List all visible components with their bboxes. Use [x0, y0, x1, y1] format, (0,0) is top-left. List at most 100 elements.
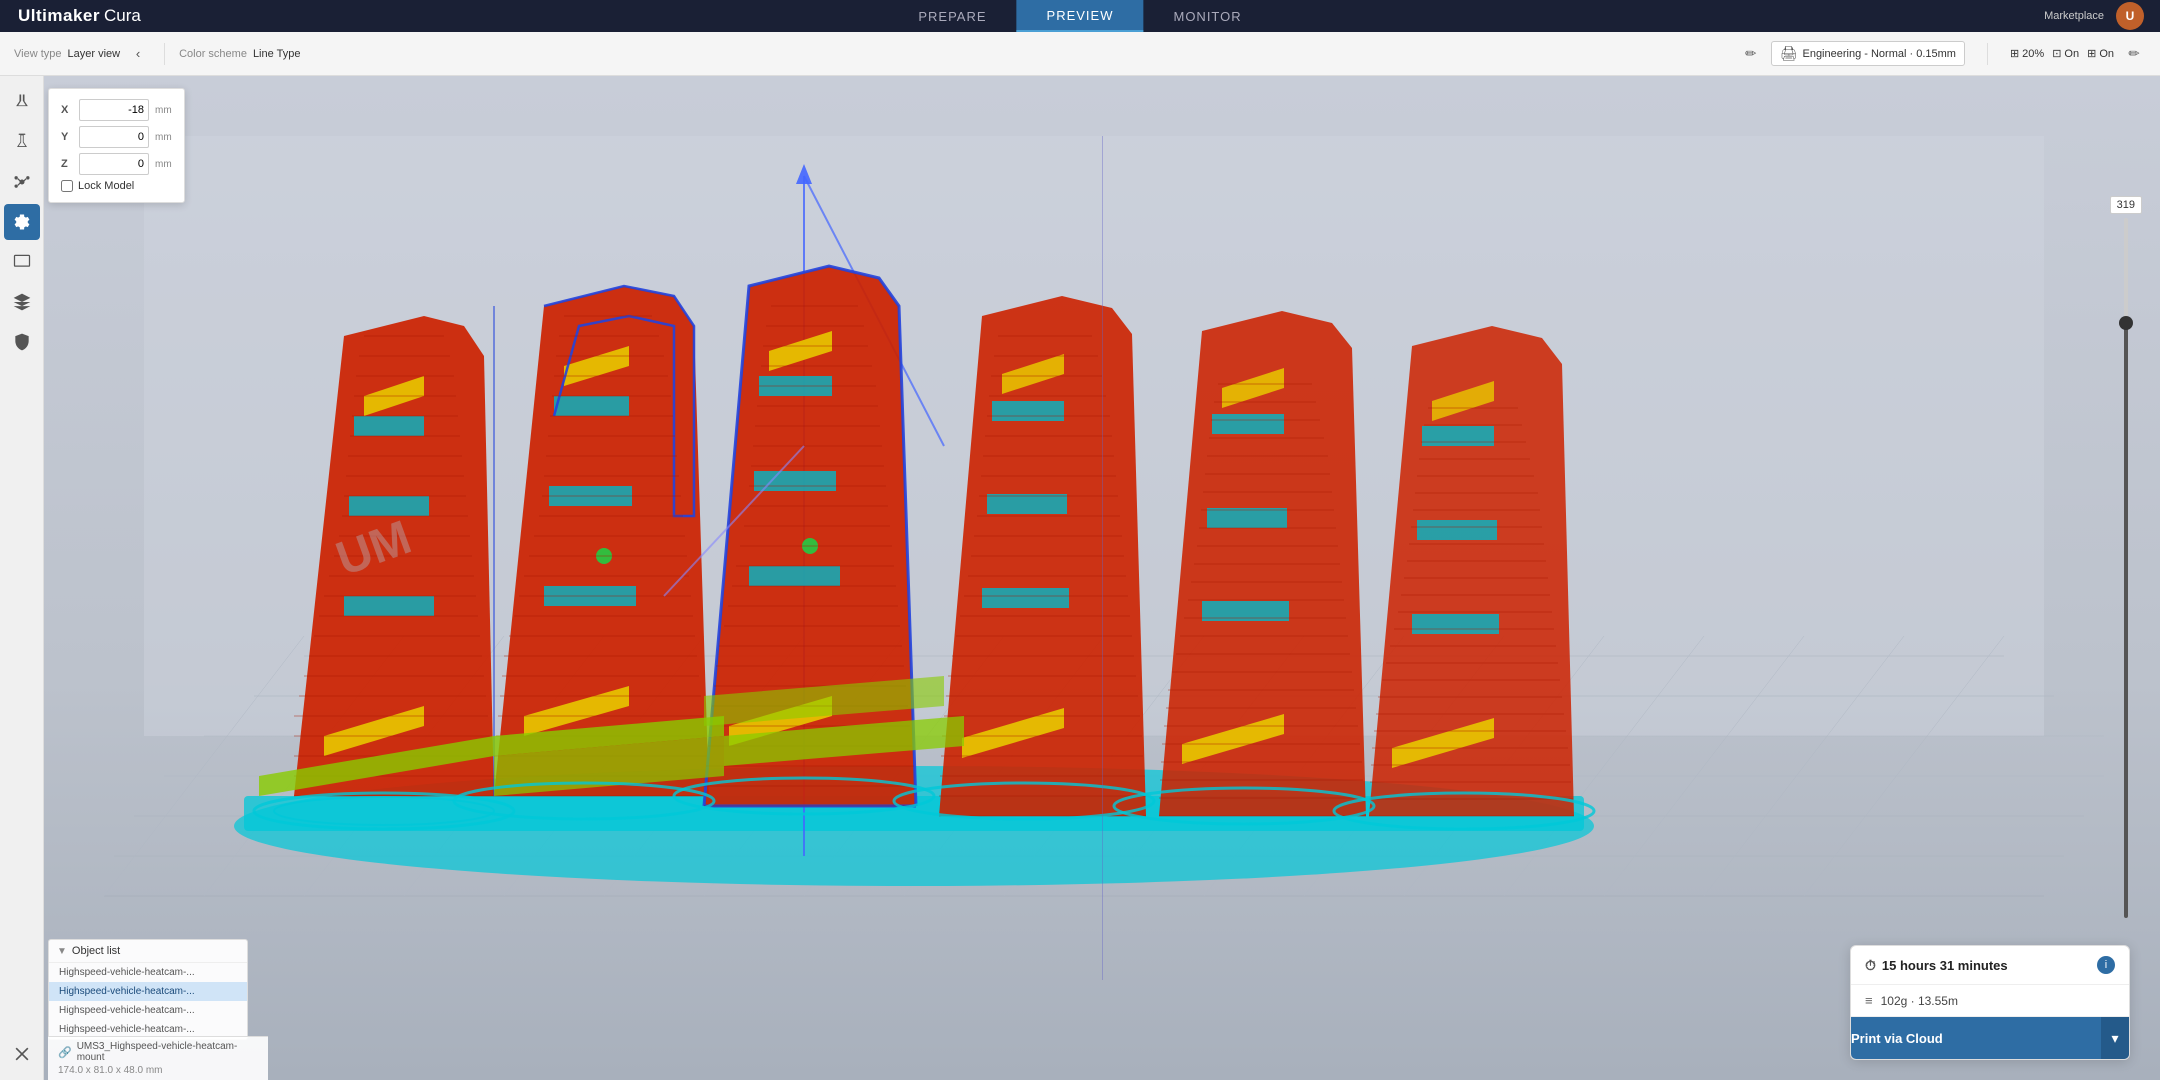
layer-number: 319 — [2110, 196, 2142, 214]
object-list-title: Object list — [72, 945, 120, 957]
close-icon — [12, 1044, 32, 1064]
z-input[interactable] — [79, 153, 149, 175]
view-type-chevron[interactable]: ‹ — [126, 42, 150, 66]
fan-icon-2: ⊞ — [2087, 47, 2096, 60]
logo-cura: Cura — [104, 6, 141, 26]
beaker-icon — [12, 92, 32, 112]
model-dimensions: 174.0 x 81.0 x 48.0 mm — [58, 1065, 258, 1076]
model-name-row: 🔗 UMS3_Highspeed-vehicle-heatcam-mount — [58, 1041, 258, 1063]
toolbar-right: ✏ 🖨 Engineering - Normal · 0.15mm ⊞ 20% … — [1739, 41, 2146, 66]
y-input[interactable] — [79, 126, 149, 148]
x-transform-row: X mm — [61, 99, 172, 121]
x-axis-label: X — [61, 104, 73, 116]
layer-slider-track[interactable] — [2124, 218, 2128, 918]
view-type-value[interactable]: Layer view — [68, 48, 121, 60]
sidebar-btn-materials[interactable] — [4, 84, 40, 120]
y-axis-label: Y — [61, 131, 73, 143]
transform-panel: X mm Y mm Z mm Lock Model — [48, 88, 185, 203]
view-type-label: View type — [14, 48, 62, 60]
lock-model-label: Lock Model — [78, 180, 134, 192]
fan-group-1: ⊡ On — [2052, 47, 2079, 60]
object-list-item-2[interactable]: Highspeed-vehicle-heatcam-... — [49, 1001, 247, 1020]
shield-icon — [12, 332, 32, 352]
flask-icon — [12, 132, 32, 152]
layers-icon — [12, 292, 32, 312]
fan-value-2[interactable]: On — [2099, 48, 2114, 60]
zoom-value[interactable]: 20% — [2022, 48, 2044, 60]
sidebar-btn-shield[interactable] — [4, 324, 40, 360]
fan-value-1[interactable]: On — [2064, 48, 2079, 60]
y-transform-row: Y mm — [61, 126, 172, 148]
clock-icon: ⏱ — [1865, 957, 1876, 974]
object-list-header[interactable]: ▼ Object list — [49, 940, 247, 963]
color-scheme-group: Color scheme Line Type — [179, 48, 300, 60]
user-avatar[interactable]: U — [2116, 2, 2144, 30]
toolbar: View type Layer view ‹ Color scheme Line… — [0, 32, 2160, 76]
zoom-icon: ⊞ — [2010, 47, 2019, 60]
tab-prepare[interactable]: PREPARE — [888, 0, 1016, 32]
model-name: UMS3_Highspeed-vehicle-heatcam-mount — [77, 1041, 258, 1063]
lock-model-checkbox[interactable] — [61, 180, 73, 192]
object-list-item-0[interactable]: Highspeed-vehicle-heatcam-... — [49, 963, 247, 982]
logo-ultimaker: Ultimaker — [18, 6, 100, 26]
fan-group-2: ⊞ On — [2087, 47, 2114, 60]
print-info-body: ≡ 102g · 13.55m — [1851, 985, 2129, 1017]
print-time-value: 15 hours 31 minutes — [1882, 958, 2008, 973]
toolbar-separator-2 — [1987, 43, 1988, 65]
z-transform-row: Z mm — [61, 153, 172, 175]
left-sidebar — [0, 76, 44, 1080]
top-navigation: Ultimaker Cura PREPARE PREVIEW MONITOR M… — [0, 0, 2160, 32]
edit-icon[interactable]: ✏ — [1739, 42, 1763, 66]
layer-slider-container: 319 — [2110, 196, 2142, 918]
z-axis-label: Z — [61, 158, 73, 170]
lock-model-row: Lock Model — [61, 180, 172, 192]
printer-profile[interactable]: 🖨 Engineering - Normal · 0.15mm — [1771, 41, 1965, 66]
info-button[interactable]: i — [2097, 956, 2115, 974]
tab-monitor[interactable]: MONITOR — [1143, 0, 1271, 32]
marketplace-link[interactable]: Marketplace — [2044, 10, 2104, 22]
print-btn-dropdown[interactable]: ▾ — [2101, 1017, 2129, 1059]
y-unit: mm — [155, 132, 172, 143]
print-time: ⏱ 15 hours 31 minutes — [1865, 957, 2008, 974]
sidebar-btn-close[interactable] — [4, 1036, 40, 1072]
view-type-group: View type Layer view ‹ — [14, 42, 150, 66]
object-list-collapse-icon: ▼ — [57, 946, 67, 957]
viewport[interactable]: UM 319 — [44, 76, 2160, 1080]
object-list-item-1[interactable]: Highspeed-vehicle-heatcam-... — [49, 982, 247, 1001]
nav-tabs-container: PREPARE PREVIEW MONITOR — [888, 0, 1271, 32]
sidebar-btn-supports[interactable] — [4, 124, 40, 160]
app-logo: Ultimaker Cura — [0, 0, 159, 32]
molecule-icon — [12, 172, 32, 192]
sidebar-btn-layers[interactable] — [4, 284, 40, 320]
filament-icon: ≡ — [1865, 993, 1873, 1008]
link-icon: 🔗 — [58, 1046, 72, 1059]
sidebar-btn-monitor[interactable] — [4, 244, 40, 280]
sidebar-btn-adhesion[interactable] — [4, 164, 40, 200]
printer-name: Engineering - Normal · 0.15mm — [1802, 48, 1955, 60]
nav-right-section: Marketplace U — [2044, 2, 2160, 30]
x-input[interactable] — [79, 99, 149, 121]
color-scheme-value[interactable]: Line Type — [253, 48, 301, 60]
print-material: ≡ 102g · 13.55m — [1865, 993, 2115, 1008]
x-unit: mm — [155, 105, 172, 116]
print-via-cloud-button[interactable]: Print via Cloud ▾ — [1851, 1017, 2129, 1059]
color-scheme-label: Color scheme — [179, 48, 247, 60]
sidebar-btn-settings[interactable] — [4, 204, 40, 240]
printer-icon: 🖨 — [1780, 45, 1798, 62]
fan-icon-1: ⊡ — [2052, 47, 2061, 60]
print-info-header: ⏱ 15 hours 31 minutes i — [1851, 946, 2129, 985]
layer-slider-fill — [2124, 323, 2128, 918]
tab-preview[interactable]: PREVIEW — [1017, 0, 1144, 32]
material-amount: 102g · 13.55m — [1881, 994, 1958, 1008]
layer-slider-thumb[interactable] — [2119, 316, 2133, 330]
crosshair-vertical — [1102, 136, 1103, 980]
print-button-label: Print via Cloud — [1851, 1031, 1943, 1046]
toolbar-separator-1 — [164, 43, 165, 65]
settings-edit-icon[interactable]: ✏ — [2122, 42, 2146, 66]
zoom-group: ⊞ 20% — [2010, 47, 2044, 60]
object-list-panel: ▼ Object list Highspeed-vehicle-heatcam-… — [48, 939, 248, 1040]
bottom-status-bar: 🔗 UMS3_Highspeed-vehicle-heatcam-mount 1… — [48, 1036, 268, 1080]
gear-icon — [12, 212, 32, 232]
dropdown-chevron: ▾ — [2111, 1030, 2118, 1047]
z-unit: mm — [155, 159, 172, 170]
